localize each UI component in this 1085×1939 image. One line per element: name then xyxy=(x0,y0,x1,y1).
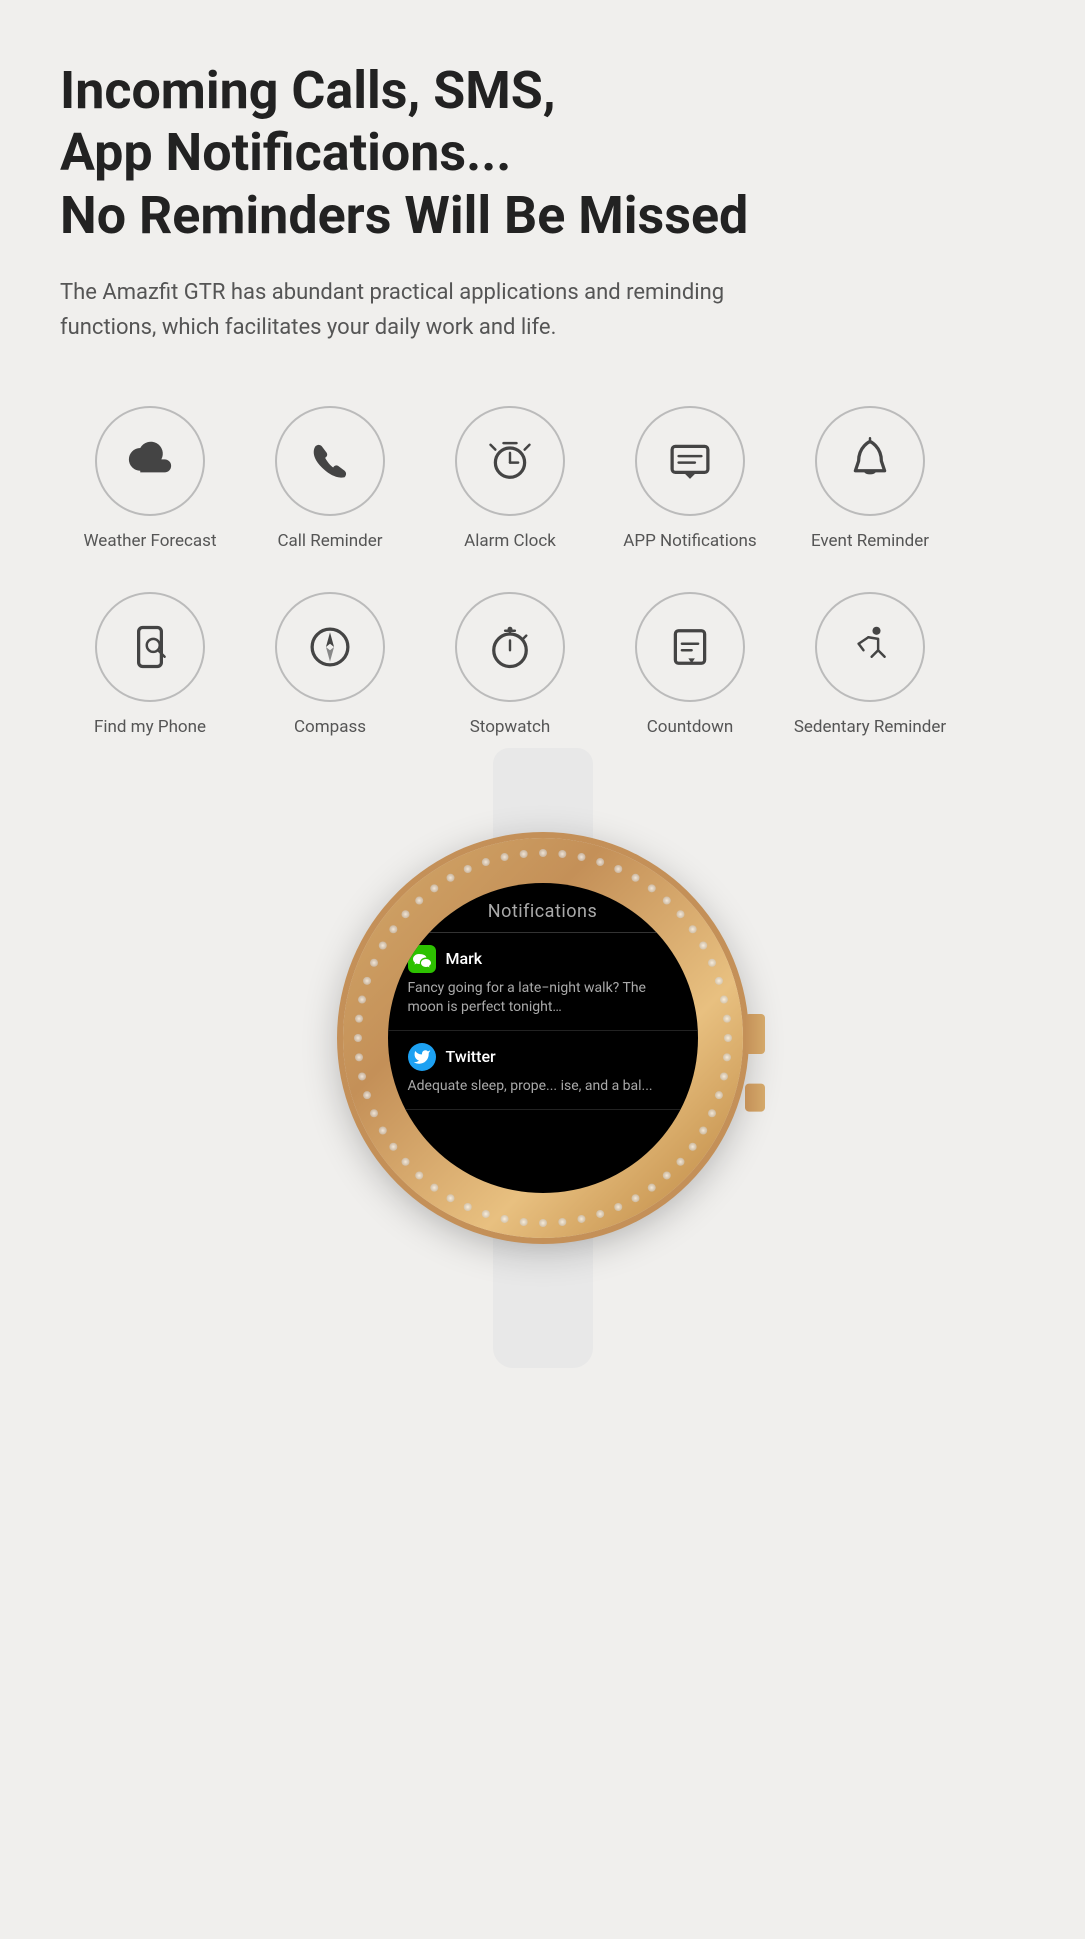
watch-band-top xyxy=(493,748,593,848)
feature-find-my-phone: Find my Phone xyxy=(60,592,240,738)
watch-case: // We'll draw dots via JS below Notifica… xyxy=(343,838,743,1238)
alarm-clock-icon-circle xyxy=(455,406,565,516)
stopwatch-icon-circle xyxy=(455,592,565,702)
headline-line2: App Notifications... xyxy=(60,122,511,183)
weather-forecast-label: Weather Forecast xyxy=(83,530,216,552)
find-my-phone-label: Find my Phone xyxy=(94,716,206,738)
weather-icon xyxy=(124,435,176,487)
countdown-icon xyxy=(664,621,716,673)
watch-crown-button xyxy=(745,1014,765,1054)
feature-compass: Compass xyxy=(240,592,420,738)
notification-icon xyxy=(664,435,716,487)
watch-display-section: // We'll draw dots via JS below Notifica… xyxy=(60,838,1025,1238)
call-reminder-icon-circle xyxy=(275,406,385,516)
bell-icon xyxy=(844,435,896,487)
headline-line3: No Reminders Will Be Missed xyxy=(60,185,748,246)
sedentary-icon xyxy=(844,621,896,673)
countdown-icon-circle xyxy=(635,592,745,702)
feature-app-notifications: APP Notifications xyxy=(600,406,780,552)
feature-countdown: Countdown xyxy=(600,592,780,738)
stopwatch-icon xyxy=(484,621,536,673)
sedentary-reminder-icon-circle xyxy=(815,592,925,702)
feature-weather-forecast: Weather Forecast xyxy=(60,406,240,552)
feature-sedentary-reminder: Sedentary Reminder xyxy=(780,592,960,738)
call-reminder-label: Call Reminder xyxy=(277,530,382,552)
features-grid: Weather Forecast Call Reminder Alarm Clo… xyxy=(60,406,1025,778)
feature-stopwatch: Stopwatch xyxy=(420,592,600,738)
event-reminder-icon-circle xyxy=(815,406,925,516)
alarm-icon xyxy=(484,435,536,487)
app-notifications-label: APP Notifications xyxy=(623,530,756,552)
compass-icon xyxy=(304,621,356,673)
weather-forecast-icon-circle xyxy=(95,406,205,516)
findphone-icon xyxy=(124,621,176,673)
alarm-clock-label: Alarm Clock xyxy=(464,530,556,552)
countdown-label: Countdown xyxy=(647,716,734,738)
feature-call-reminder: Call Reminder xyxy=(240,406,420,552)
event-reminder-label: Event Reminder xyxy=(811,530,929,552)
watch-side-button xyxy=(745,1083,765,1111)
feature-event-reminder: Event Reminder xyxy=(780,406,960,552)
page-description: The Amazfit GTR has abundant practical a… xyxy=(60,275,760,345)
headline-line1: Incoming Calls, SMS, xyxy=(60,60,556,121)
watch-device: // We'll draw dots via JS below Notifica… xyxy=(343,838,743,1238)
phone-icon xyxy=(304,435,356,487)
compass-icon-circle xyxy=(275,592,385,702)
sedentary-reminder-label: Sedentary Reminder xyxy=(794,716,946,738)
watch-band-bottom xyxy=(493,1228,593,1368)
stopwatch-label: Stopwatch xyxy=(470,716,551,738)
feature-alarm-clock: Alarm Clock xyxy=(420,406,600,552)
compass-label: Compass xyxy=(294,716,366,738)
diamond-bezel: // We'll draw dots via JS below xyxy=(343,838,743,1238)
find-my-phone-icon-circle xyxy=(95,592,205,702)
app-notifications-icon-circle xyxy=(635,406,745,516)
page-headline: Incoming Calls, SMS, App Notifications..… xyxy=(60,60,780,247)
